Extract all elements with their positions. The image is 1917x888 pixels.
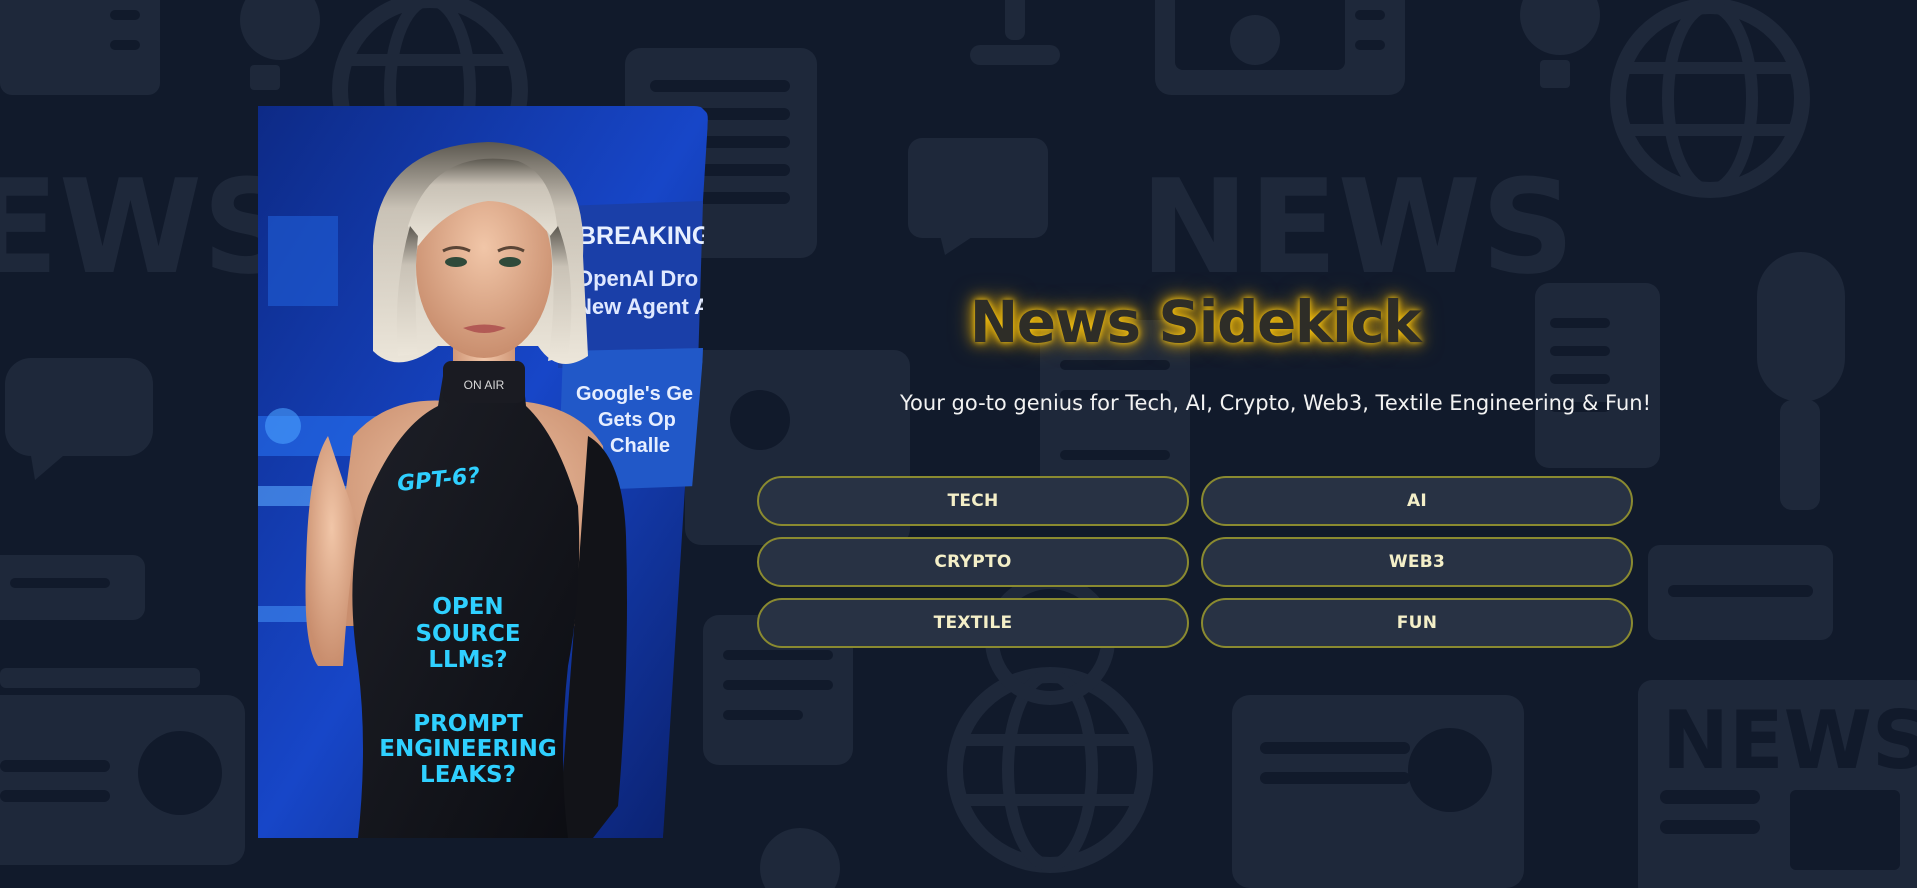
svg-text:LEAKS?: LEAKS? bbox=[420, 762, 516, 788]
page-title: News Sidekick bbox=[969, 288, 1422, 356]
category-button-tech[interactable]: TECH bbox=[757, 476, 1189, 526]
svg-text:Challe: Challe bbox=[610, 435, 670, 457]
svg-text:Google's Ge: Google's Ge bbox=[576, 383, 693, 405]
radio-icon bbox=[0, 695, 245, 865]
newspaper-icon: NEWS bbox=[1638, 545, 1917, 888]
news-anchor-image: BREAKING OpenAI Dro New Agent A Google's… bbox=[258, 106, 708, 838]
chat-bubble-icon bbox=[5, 358, 153, 480]
svg-text:NEWS: NEWS bbox=[1662, 694, 1917, 787]
document-icon bbox=[1535, 283, 1660, 468]
newspaper-icon bbox=[0, 0, 160, 95]
category-button-web3[interactable]: WEB3 bbox=[1201, 537, 1633, 587]
svg-text:OpenAI Dro: OpenAI Dro bbox=[576, 266, 698, 291]
category-grid: TECH AI CRYPTO WEB3 TEXTILE FUN bbox=[757, 476, 1633, 648]
globe-icon bbox=[1610, 0, 1810, 198]
page-subtitle: Your go-to genius for Tech, AI, Crypto, … bbox=[900, 391, 1651, 415]
screen-headline: BREAKING bbox=[578, 222, 708, 250]
bg-ews-word: EWS bbox=[0, 151, 296, 303]
category-button-textile[interactable]: TEXTILE bbox=[757, 598, 1189, 648]
satellite-dish-icon bbox=[240, 0, 320, 90]
collar-text: ON AIR bbox=[464, 378, 505, 392]
category-button-crypto[interactable]: CRYPTO bbox=[757, 537, 1189, 587]
microphone-icon bbox=[1757, 252, 1845, 510]
newspaper-icon bbox=[0, 555, 200, 688]
svg-text:Gets Op: Gets Op bbox=[598, 409, 676, 431]
svg-text:LLMs?: LLMs? bbox=[428, 647, 507, 673]
svg-text:OPEN: OPEN bbox=[432, 594, 503, 620]
category-button-fun[interactable]: FUN bbox=[1201, 598, 1633, 648]
svg-text:SOURCE: SOURCE bbox=[415, 621, 520, 647]
hero-text-block: News Sidekick Your go-to genius for Tech… bbox=[900, 0, 1651, 888]
svg-text:ENGINEERING: ENGINEERING bbox=[379, 736, 556, 762]
category-button-ai[interactable]: AI bbox=[1201, 476, 1633, 526]
svg-text:New Agent A: New Agent A bbox=[576, 294, 708, 319]
svg-text:PROMPT: PROMPT bbox=[413, 711, 523, 737]
